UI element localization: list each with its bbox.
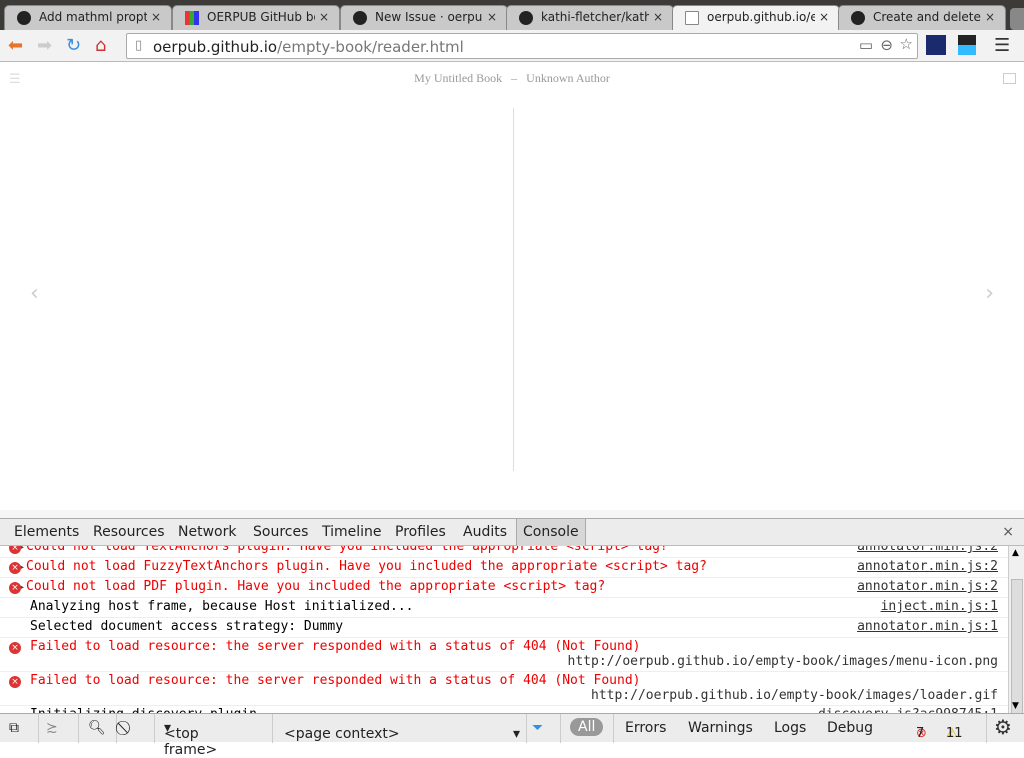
console-message: × ▶ Could not load PDF plugin. Have you in… [0,578,1008,598]
close-tab-icon[interactable]: × [151,10,161,24]
console-message: × ▶ Could not load TextAnchors plugin. Hav… [0,546,1008,558]
browser-tab-bar: Add mathml propter× OERPUB GitHub boo× N… [0,0,1024,30]
message-text: Analyzing host frame, because Host initi… [30,599,414,614]
tab-timeline[interactable]: Timeline [322,524,382,540]
message-text: Selected document access strategy: Dummy [30,619,344,634]
close-tab-icon[interactable]: × [653,10,663,24]
filter-all[interactable]: All [570,718,604,736]
message-text: Could not load PDF plugin. Have you incl… [26,579,606,594]
resize-handle[interactable] [0,510,1024,518]
browser-tab[interactable]: New Issue · oerpub/× [340,5,508,30]
source-link[interactable]: annotator.min.js:2 [857,546,998,554]
github-icon [851,11,865,25]
console-drawer-icon[interactable]: ≿ [46,720,58,736]
error-icon: × [9,562,21,574]
search-icon[interactable]: 🔍︎ [88,720,106,736]
browser-tab[interactable]: Create and delete b × [838,5,1006,30]
home-icon[interactable]: ⌂ [95,35,106,56]
message-text: Failed to load resource: the server resp… [30,673,641,688]
page-divider [513,108,514,471]
resource-url[interactable]: http://oerpub.github.io/empty-book/image… [30,654,1008,669]
comment-icon[interactable]: ▭ [859,36,873,54]
reader-page: ☰ My Untitled Book – Unknown Author ‹ › [0,63,1024,510]
console-log: × ▶ Could not load TextAnchors plugin. Hav… [0,546,1008,713]
github-icon [519,11,533,25]
console-message: × Failed to load resource: the server res… [0,672,1008,706]
filter-logs[interactable]: Logs [774,720,806,736]
new-tab-button[interactable] [1010,8,1024,30]
browser-toolbar: ⬅ ➡ ↻ ⌂ ▯ oerpub.github.io/empty-book/re… [0,30,1024,62]
console-message: Analyzing host frame, because Host initi… [0,598,1008,618]
tab-audits[interactable]: Audits [463,524,507,540]
filter-errors[interactable]: Errors [625,720,666,736]
github-icon [353,11,367,25]
error-icon: × [9,676,21,688]
tab-sources[interactable]: Sources [253,524,308,540]
star-icon[interactable]: ☆ [900,35,913,53]
filter-icon[interactable]: ⏷ [532,720,543,736]
close-devtools-button[interactable]: × [1002,524,1014,540]
filter-warnings[interactable]: Warnings [688,720,753,736]
browser-tab[interactable]: Add mathml propter× [4,5,172,30]
prev-page-button[interactable]: ‹ [30,281,39,306]
tab-resources[interactable]: Resources [93,524,165,540]
devtools-status-bar: ⧉ ≿ 🔍︎ ⃠ <top frame> ▾ <page context>▾ ⏷… [0,713,1024,758]
source-link[interactable]: annotator.min.js:2 [857,579,998,594]
extension-icon[interactable] [958,35,976,55]
page-icon [685,11,699,25]
address-bar[interactable]: ▯ oerpub.github.io/empty-book/reader.htm… [126,33,918,59]
book-header: My Untitled Book – Unknown Author [414,71,610,85]
close-tab-icon[interactable]: × [487,10,497,24]
browser-tab[interactable]: OERPUB GitHub boo× [172,5,340,30]
console-message: Initializing discovery plugin.discovery.… [0,706,1008,713]
console-message: × ▶ Could not load FuzzyTextAnchors plugin… [0,558,1008,578]
menu-icon[interactable]: ☰ [994,35,1010,56]
zoom-icon[interactable]: ⊖ [880,36,893,54]
tab-console[interactable]: Console [516,519,586,546]
forward-icon[interactable]: ➡ [37,35,52,56]
dock-icon[interactable]: ⧉ [9,720,19,736]
grid-icon [185,11,199,25]
close-tab-icon[interactable]: × [985,10,995,24]
close-tab-icon[interactable]: × [819,10,829,24]
source-link[interactable]: annotator.min.js:2 [857,559,998,574]
page-icon: ▯ [135,38,143,53]
devtools-tabs: Elements Resources Network Sources Timel… [0,518,1024,546]
next-page-button[interactable]: › [985,281,994,306]
close-tab-icon[interactable]: × [319,10,329,24]
filter-debug[interactable]: Debug [827,720,873,736]
message-text: Could not load TextAnchors plugin. Have … [26,546,668,554]
console-message: × Failed to load resource: the server res… [0,638,1008,672]
comment-icon[interactable] [1003,73,1016,84]
message-text: Failed to load resource: the server resp… [30,639,641,654]
console-message: Selected document access strategy: Dummy… [0,618,1008,638]
github-icon [17,11,31,25]
back-icon[interactable]: ⬅ [8,35,23,56]
message-text: Could not load FuzzyTextAnchors plugin. … [26,559,707,574]
tab-elements[interactable]: Elements [14,524,79,540]
browser-tab[interactable]: kathi-fletcher/kathi- × [506,5,674,30]
frame-select[interactable]: <top frame> ▾ [164,720,217,758]
settings-gear-icon[interactable]: ⚙ [994,715,1012,739]
source-link[interactable]: annotator.min.js:1 [857,619,998,634]
source-link[interactable]: inject.min.js:1 [881,599,998,614]
tab-profiles[interactable]: Profiles [395,524,446,540]
error-icon: × [9,582,21,594]
error-icon: × [9,642,21,654]
browser-tab-active[interactable]: oerpub.github.io/en × [672,5,840,30]
resource-url[interactable]: http://oerpub.github.io/empty-book/image… [30,688,1008,703]
console-scrollbar[interactable]: ▲ ▼ [1008,546,1024,714]
extension-icon[interactable] [926,35,946,55]
reload-icon[interactable]: ↻ [66,35,81,56]
tab-network[interactable]: Network [178,524,236,540]
